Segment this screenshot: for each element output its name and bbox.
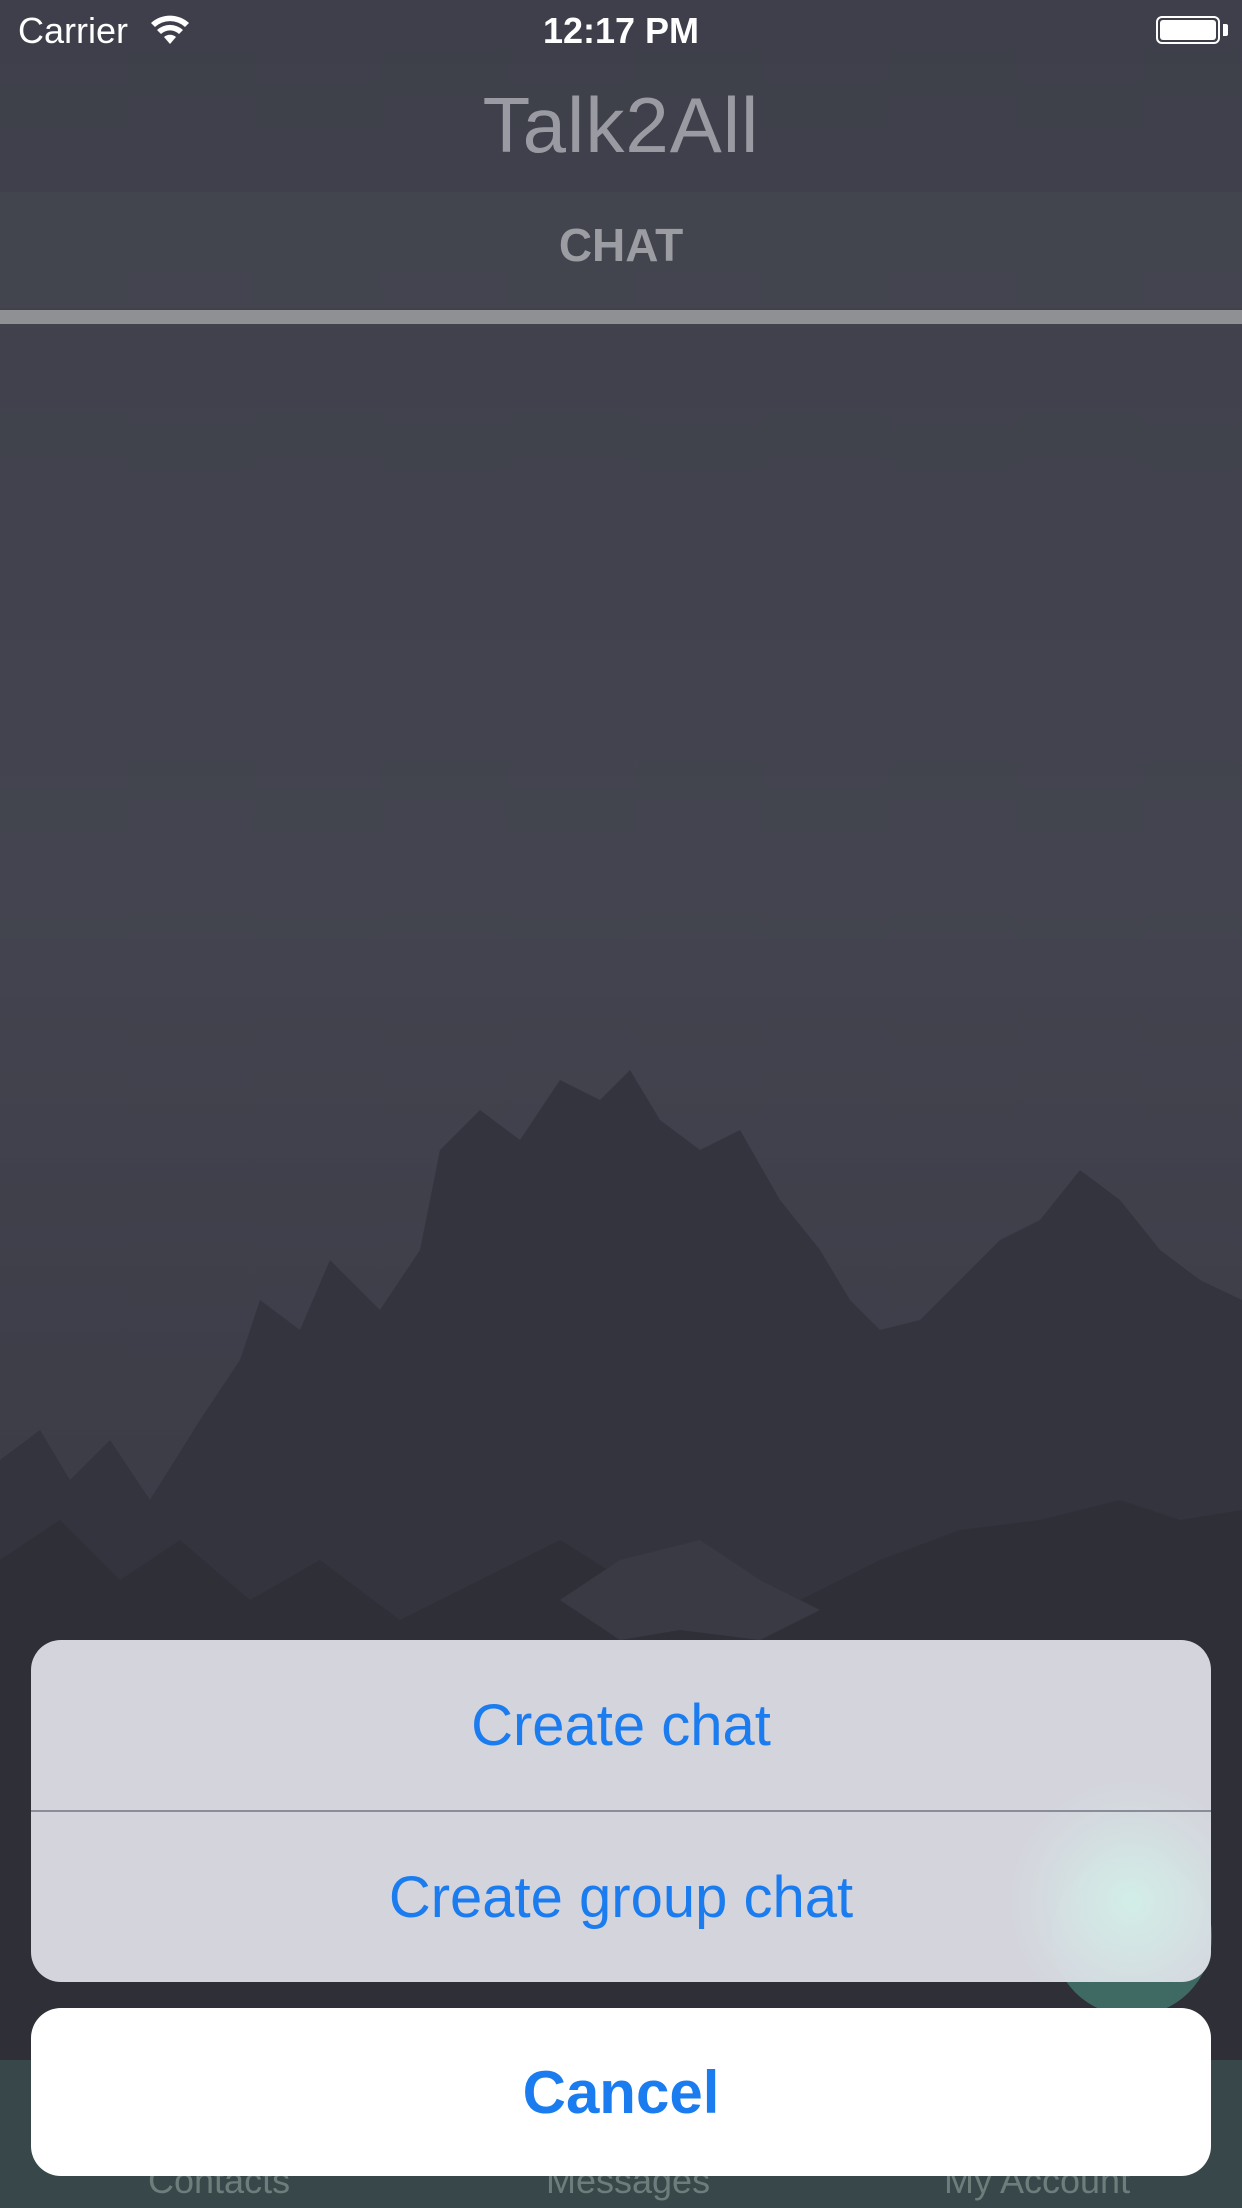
cancel-button[interactable]: Cancel bbox=[31, 2008, 1211, 2176]
create-group-chat-button[interactable]: Create group chat bbox=[31, 1812, 1211, 1982]
clock-label: 12:17 PM bbox=[542, 10, 700, 51]
create-chat-button[interactable]: Create chat bbox=[31, 1640, 1211, 1810]
app-title: Talk2All bbox=[482, 81, 760, 169]
status-bar: Carrier 12:17 PM bbox=[0, 0, 1242, 60]
tab-chat[interactable]: CHAT bbox=[0, 218, 1242, 272]
tab-bar: CHAT bbox=[0, 192, 1242, 308]
tab-selected-indicator bbox=[0, 310, 1242, 324]
battery-icon bbox=[1156, 16, 1220, 44]
action-sheet: Create chat Create group chat bbox=[31, 1640, 1211, 1982]
battery-tip bbox=[1223, 24, 1228, 36]
